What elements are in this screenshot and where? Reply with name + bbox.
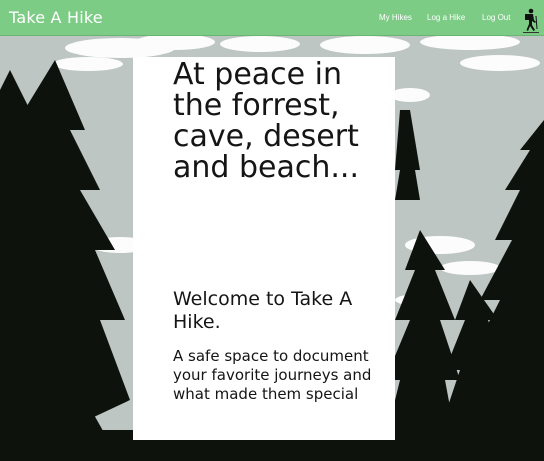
nav-link-log-out[interactable]: Log Out <box>482 13 510 22</box>
page: Take A Hike My Hikes Log a Hike Log Out … <box>0 0 544 461</box>
hero-headline: At peace in the forrest, cave, desert an… <box>173 57 359 185</box>
nav-link-log-a-hike[interactable]: Log a Hike <box>427 13 465 22</box>
brand-logo-link[interactable]: Take A Hike <box>9 8 103 27</box>
tagline-text: A safe space to document your favorite j… <box>173 347 372 403</box>
welcome-heading: Welcome to Take A Hike. <box>173 288 353 333</box>
nav-link-my-hikes[interactable]: My Hikes <box>379 13 412 22</box>
navbar: Take A Hike My Hikes Log a Hike Log Out <box>0 0 544 36</box>
hiker-icon[interactable] <box>521 7 541 34</box>
hero-card: At peace in the forrest, cave, desert an… <box>133 57 395 440</box>
